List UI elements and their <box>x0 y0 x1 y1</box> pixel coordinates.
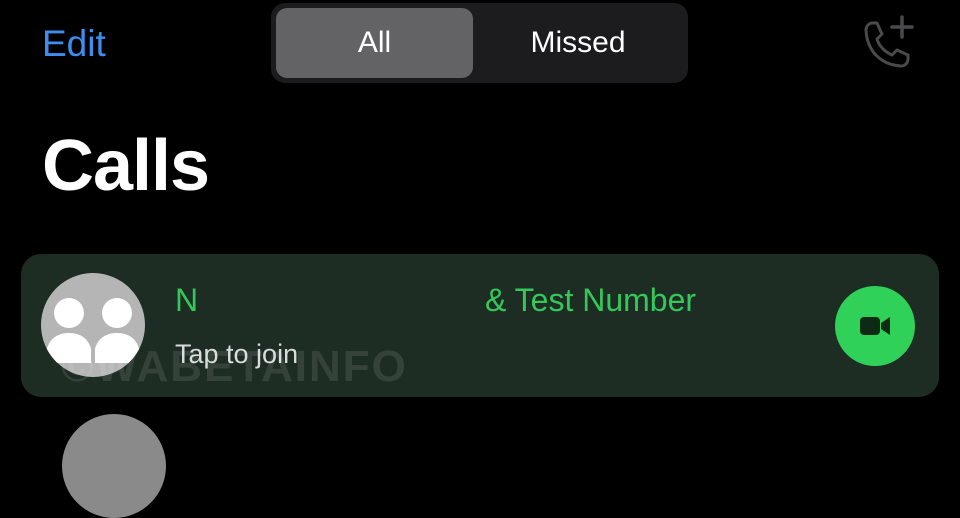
participant-name-second: & Test Number <box>485 282 697 318</box>
phone-plus-icon[interactable] <box>858 14 918 74</box>
edit-button[interactable]: Edit <box>42 24 106 64</box>
call-row[interactable]: N & Test Number Tap to join ©WABETAINFO <box>21 254 939 397</box>
segment-all[interactable]: All <box>276 8 473 78</box>
video-camera-icon <box>860 317 890 335</box>
join-video-call-button[interactable] <box>835 286 915 366</box>
participant-name-first: N <box>175 282 199 318</box>
next-call-avatar <box>62 414 166 518</box>
page-title: Calls <box>42 126 210 206</box>
group-avatar-icon <box>41 273 145 377</box>
calls-filter-segmented-control: All Missed <box>271 3 688 83</box>
call-status-text: Tap to join <box>175 339 299 369</box>
segment-missed[interactable]: Missed <box>473 8 683 78</box>
